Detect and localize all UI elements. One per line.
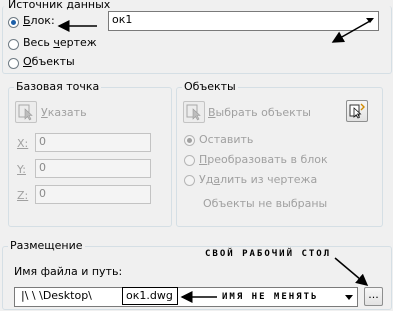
annotation-name: ИМЯ НЕ МЕНЯТЬ xyxy=(222,292,319,302)
z-value: 0 xyxy=(39,187,46,200)
pick-point-icon xyxy=(18,104,33,121)
source-group-title: Источник данных xyxy=(6,0,113,11)
delete-radio-label: Удалить из чертежа xyxy=(199,173,317,186)
delete-label-pre: Уд xyxy=(199,173,214,186)
objects-status: Объекты не выбраны xyxy=(203,197,328,210)
select-objects-label-post: ыбрать объекты xyxy=(215,106,311,119)
keep-radio[interactable] xyxy=(184,135,195,146)
browse-label: ... xyxy=(368,288,379,301)
keep-radio-label: Оставить xyxy=(199,133,254,146)
pick-point-label: Указать xyxy=(41,106,87,119)
whole-label-post: ертеж xyxy=(59,36,97,49)
select-objects-icon xyxy=(186,104,201,121)
pick-point-button[interactable] xyxy=(15,101,37,123)
delete-radio[interactable] xyxy=(184,175,195,186)
objects-group-title: Объекты xyxy=(182,80,238,93)
x-value: 0 xyxy=(39,135,46,148)
whole-drawing-radio-label[interactable]: Весь чертеж xyxy=(23,36,97,49)
convert-radio-label: Преобразовать в блок xyxy=(199,153,328,166)
base-point-title: Базовая точка xyxy=(14,80,102,93)
pick-point-label-post: казать xyxy=(47,106,87,119)
block-radio-label[interactable]: Блок: xyxy=(23,14,55,27)
y-value: 0 xyxy=(39,161,46,174)
file-path-prefix: |\ \ \Desktop\ xyxy=(21,289,92,302)
z-label: Z: xyxy=(17,189,29,202)
quick-select-icon xyxy=(349,103,365,119)
file-name-highlight: ок1.dwg xyxy=(122,287,178,305)
quick-select-button[interactable] xyxy=(346,100,368,122)
path-label: Имя файла и путь: xyxy=(14,265,123,278)
pick-point-mnemonic: У xyxy=(41,106,48,119)
chevron-down-icon[interactable] xyxy=(345,295,353,300)
delete-label-post: лить из чертежа xyxy=(220,173,318,186)
y-label: Y: xyxy=(17,163,26,176)
y-field[interactable]: 0 xyxy=(35,159,151,178)
block-name-combo[interactable]: ок1 xyxy=(108,11,379,31)
chevron-down-icon[interactable] xyxy=(366,18,374,23)
browse-button[interactable]: ... xyxy=(364,287,383,306)
block-radio-label-rest: лок: xyxy=(30,14,55,27)
objects-label-post: бъекты xyxy=(31,55,75,68)
block-radio-label-mnemonic: Б xyxy=(23,14,31,27)
objects-radio-label[interactable]: Объекты xyxy=(23,55,75,68)
convert-radio[interactable] xyxy=(184,155,195,166)
objects-radio[interactable] xyxy=(8,58,19,69)
annotation-desktop: СВОЙ РАБОЧИЙ СТОЛ xyxy=(205,249,332,259)
placement-title: Размещение xyxy=(8,239,85,252)
z-field[interactable]: 0 xyxy=(35,185,151,204)
whole-label-pre: Весь xyxy=(23,36,54,49)
select-objects-mnemonic: В xyxy=(208,106,216,119)
convert-label-post: реобразовать в блок xyxy=(207,153,328,166)
block-radio[interactable] xyxy=(8,17,19,28)
block-name-value: ок1 xyxy=(112,13,133,26)
whole-drawing-radio[interactable] xyxy=(8,39,19,50)
x-field[interactable]: 0 xyxy=(35,133,151,152)
objects-label-mnemonic: О xyxy=(23,55,32,68)
x-label: X: xyxy=(17,137,29,150)
select-objects-label: Выбрать объекты xyxy=(208,106,311,119)
select-objects-button[interactable] xyxy=(183,101,205,123)
